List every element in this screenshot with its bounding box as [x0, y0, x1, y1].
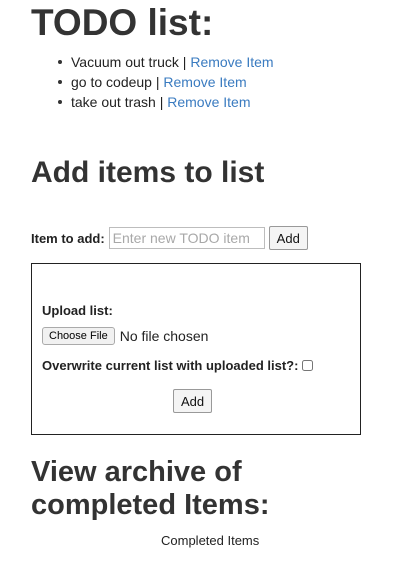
overwrite-checkbox[interactable] [302, 360, 314, 371]
list-item: Vacuum out truck | Remove Item [58, 53, 274, 73]
remove-item-link[interactable]: Remove Item [190, 54, 273, 70]
add-item-button[interactable]: Add [268, 226, 308, 250]
list-item: take out trash | Remove Item [58, 93, 274, 113]
separator: | [178, 54, 191, 70]
todo-list: Vacuum out truck | Remove Item go to cod… [58, 53, 274, 113]
upload-list-label: Upload list: [42, 303, 113, 318]
overwrite-label: Overwrite current list with uploaded lis… [42, 358, 299, 373]
remove-item-link[interactable]: Remove Item [163, 74, 246, 90]
file-picker: Choose File No file chosen [42, 327, 208, 345]
todo-item-text: take out trash [71, 94, 156, 110]
list-item: go to codeup | Remove Item [58, 73, 274, 93]
file-status-text: No file chosen [119, 328, 209, 344]
page-title: TODO list: [31, 2, 214, 43]
separator: | [151, 74, 164, 90]
separator: | [155, 94, 168, 110]
overwrite-row: Overwrite current list with uploaded lis… [42, 358, 314, 373]
todo-item-text: Vacuum out truck [71, 54, 179, 70]
upload-form: Upload list: Choose File No file chosen … [31, 263, 361, 435]
archive-heading-line1: View archive of [31, 456, 242, 488]
completed-items-label: Completed Items [161, 533, 260, 548]
upload-add-button[interactable]: Add [173, 389, 213, 413]
item-to-add-label: Item to add: [31, 230, 105, 246]
remove-item-link[interactable]: Remove Item [167, 94, 250, 110]
add-item-form: Item to add: Add [31, 226, 308, 250]
choose-file-button[interactable]: Choose File [42, 327, 115, 345]
add-items-heading: Add items to list [31, 156, 265, 189]
archive-heading: View archive of completed Items: [31, 456, 270, 522]
todo-item-text: go to codeup [71, 74, 152, 90]
archive-heading-line2: completed Items: [31, 489, 270, 521]
new-item-input[interactable] [108, 227, 265, 249]
